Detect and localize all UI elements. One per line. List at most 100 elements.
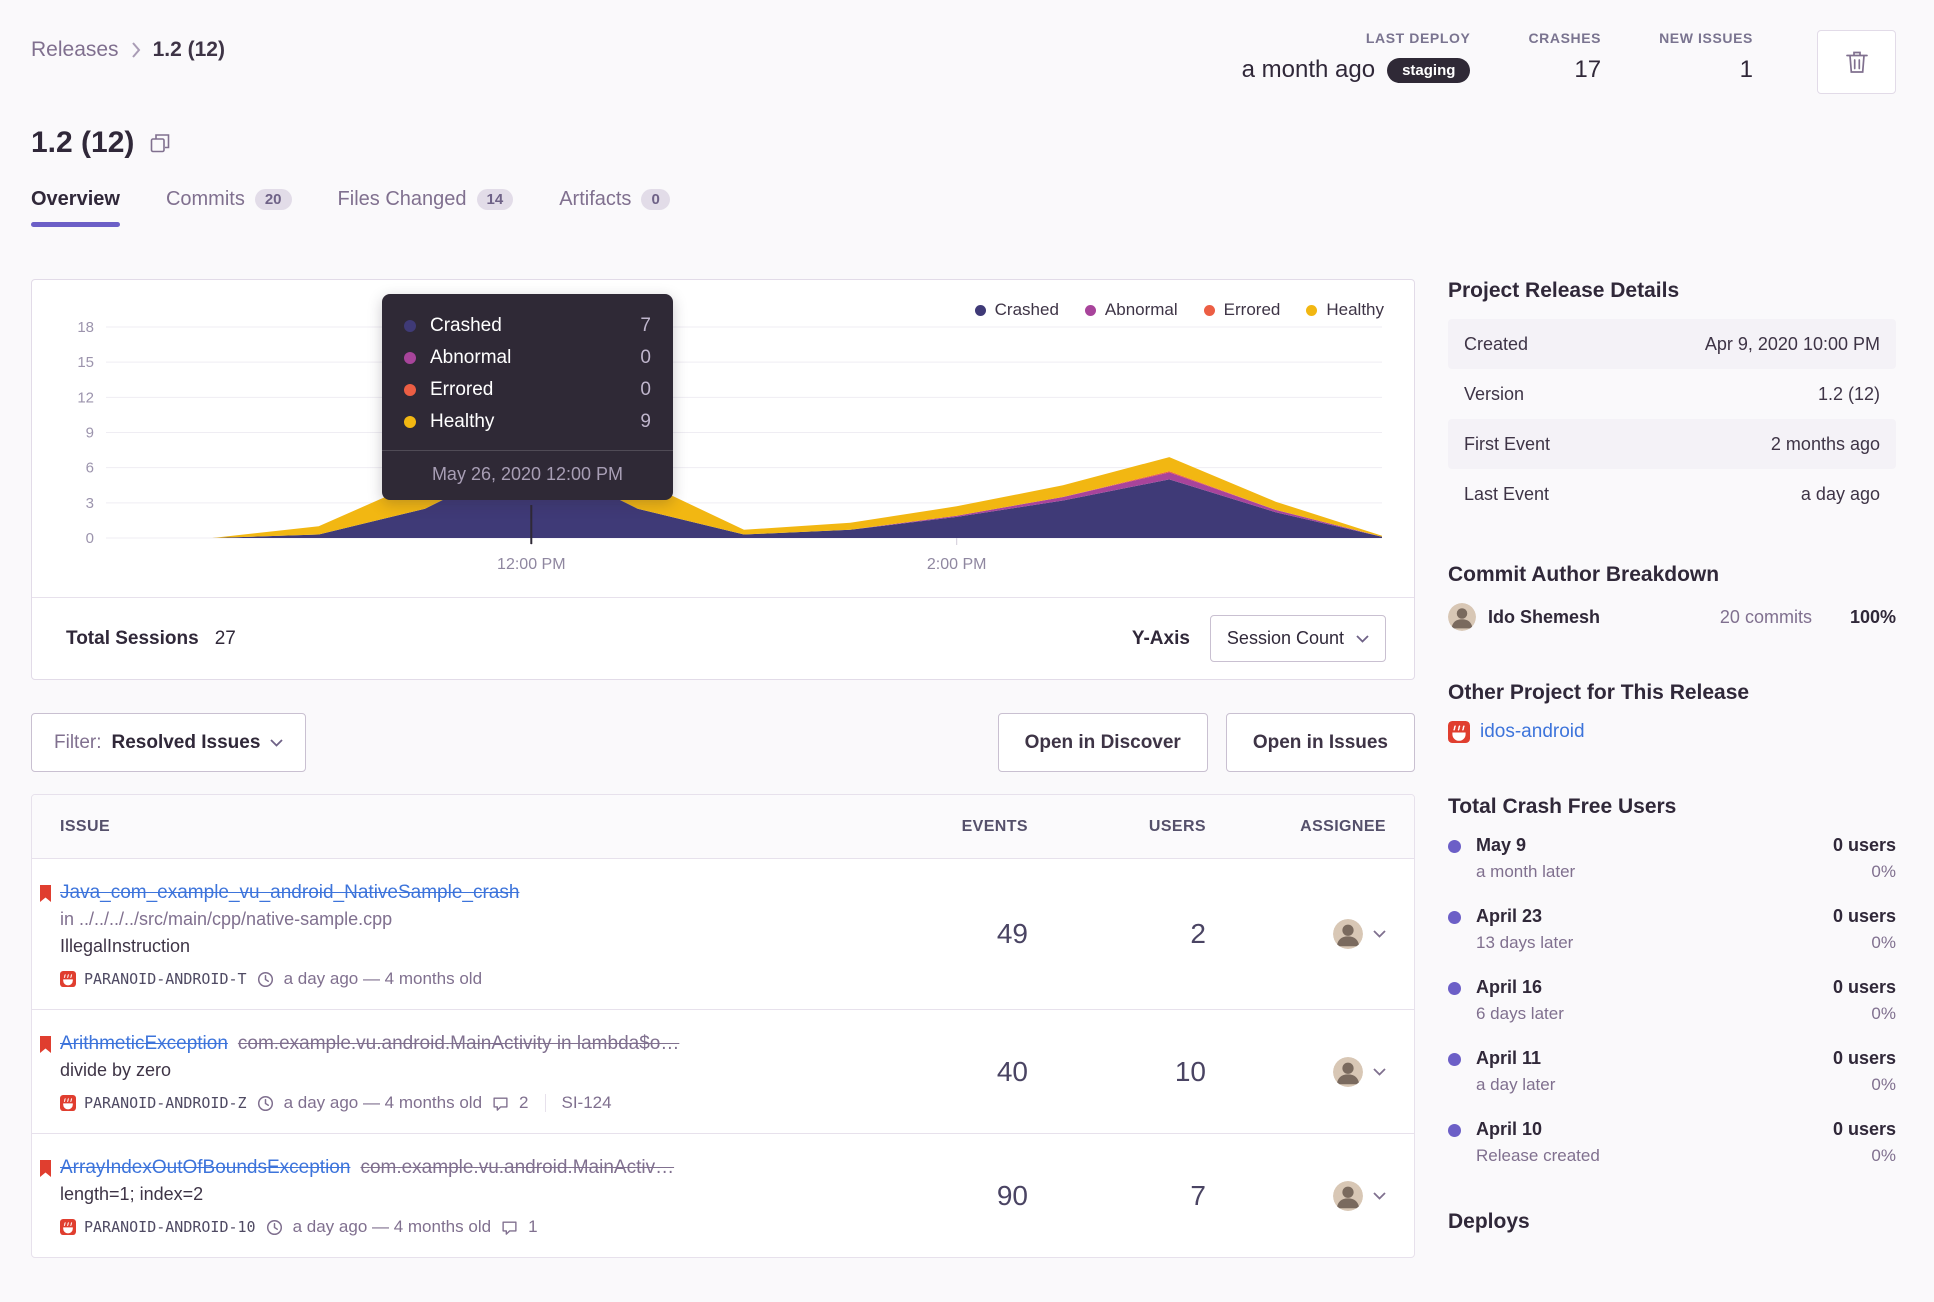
unresolved-marker-icon xyxy=(40,885,51,902)
copy-icon xyxy=(151,134,170,153)
detail-row: Version 1.2 (12) xyxy=(1448,369,1896,419)
crash-free-timeline: May 9 a month later 0 users 0% April 23 13 … xyxy=(1448,835,1896,1166)
issue-title-link[interactable]: Java_com_example_vu_android_NativeSample… xyxy=(60,882,519,903)
tab-commits[interactable]: Commits 20 xyxy=(166,188,292,227)
comments-count: 2 xyxy=(519,1093,529,1112)
issue-title-link[interactable]: ArithmeticException xyxy=(60,1033,228,1054)
timeline-percent: 0% xyxy=(1871,1075,1896,1094)
healthy-dot-icon xyxy=(1306,304,1318,316)
total-sessions-value: 27 xyxy=(214,627,236,649)
tab-overview[interactable]: Overview xyxy=(31,188,120,227)
timeline-sub: 6 days later xyxy=(1476,1004,1564,1023)
header-stats: LAST DEPLOY a month ago staging CRASHES … xyxy=(1242,30,1896,94)
timeline-dot-icon xyxy=(1448,840,1461,853)
timeline-date: May 9 xyxy=(1476,835,1527,855)
tooltip-row-errored: Errored 0 xyxy=(382,374,673,406)
issues-toolbar: Filter: Resolved Issues Open in Discover… xyxy=(31,713,1415,772)
legend-errored-label: Errored xyxy=(1223,300,1281,319)
author-percent: 100% xyxy=(1849,606,1896,627)
breadcrumb: Releases 1.2 (12) xyxy=(31,30,225,62)
tooltip-abnormal-label: Abnormal xyxy=(430,347,512,368)
assignee-dropdown[interactable] xyxy=(1206,919,1386,949)
timeline-users: 0 users xyxy=(1832,1119,1896,1139)
other-projects-heading: Other Project for This Release xyxy=(1448,681,1750,704)
project-slug: PARANOID-ANDROID-Z xyxy=(84,1094,247,1112)
release-tabs: Overview Commits 20 Files Changed 14 Art… xyxy=(31,188,1896,227)
trash-icon xyxy=(1845,51,1868,73)
issues-table: ISSUE EVENTS USERS ASSIGNEE Java_com_exa… xyxy=(31,794,1415,1258)
detail-value: Apr 9, 2020 10:00 PM xyxy=(1704,333,1880,354)
last-deploy-label: LAST DEPLOY xyxy=(1365,30,1471,46)
breadcrumb-releases-link[interactable]: Releases xyxy=(31,38,119,62)
project-badge[interactable]: PARANOID-ANDROID-T xyxy=(60,970,247,988)
timeline-percent: 0% xyxy=(1871,933,1896,952)
open-in-discover-button[interactable]: Open in Discover xyxy=(997,713,1208,772)
timeline-dot-icon xyxy=(1448,1053,1461,1066)
assignee-dropdown[interactable] xyxy=(1206,1180,1386,1211)
comments-icon xyxy=(502,1220,517,1235)
chevron-down-icon xyxy=(270,738,284,747)
chart-footer: Total Sessions 27 Y-Axis Session Count xyxy=(32,597,1414,679)
tab-files-changed[interactable]: Files Changed 14 xyxy=(338,188,514,227)
list-item: April 10 Release created 0 users 0% xyxy=(1448,1119,1896,1166)
unresolved-marker-icon xyxy=(40,1036,51,1053)
new-issues-value: 1 xyxy=(1739,56,1753,83)
tooltip-abnormal-value: 0 xyxy=(640,347,651,368)
project-avatar-icon xyxy=(60,1219,76,1235)
copy-version-button[interactable] xyxy=(148,131,172,155)
y-axis-select[interactable]: Session Count xyxy=(1209,615,1386,662)
issue-users-count: 10 xyxy=(1174,1055,1206,1087)
commit-authors-heading: Commit Author Breakdown xyxy=(1448,563,1720,586)
crashed-dot-icon xyxy=(974,304,986,316)
tab-artifacts[interactable]: Artifacts 0 xyxy=(559,188,670,227)
crashed-dot-icon xyxy=(404,320,416,332)
crashes-value: 17 xyxy=(1574,56,1602,83)
clock-icon xyxy=(257,971,273,987)
issues-filter-dropdown[interactable]: Filter: Resolved Issues xyxy=(31,713,307,772)
sessions-area-chart[interactable]: 0 3 6 9 12 15 18 12:00 PM 2:00 PM xyxy=(32,280,1416,597)
assignee-avatar xyxy=(1333,1180,1363,1211)
table-row: ArrayIndexOutOfBoundsException com.exampl… xyxy=(32,1134,1414,1257)
detail-label: Created xyxy=(1464,333,1529,354)
tooltip-row-crashed: Crashed 7 xyxy=(382,310,673,342)
detail-label: First Event xyxy=(1464,433,1551,454)
delete-release-button[interactable] xyxy=(1817,30,1896,94)
issue-annotation-link[interactable]: SI-124 xyxy=(562,1093,612,1113)
unresolved-marker-icon xyxy=(40,1160,51,1177)
project-badge[interactable]: PARANOID-ANDROID-Z xyxy=(60,1094,247,1112)
chevron-right-icon xyxy=(131,42,140,58)
project-badge[interactable]: PARANOID-ANDROID-10 xyxy=(60,1218,256,1236)
issue-title-link[interactable]: ArrayIndexOutOfBoundsException xyxy=(60,1157,350,1178)
y-axis-selected-value: Session Count xyxy=(1226,628,1344,648)
svg-text:6: 6 xyxy=(86,460,94,477)
other-project-link[interactable]: idos-android xyxy=(1480,721,1585,743)
open-in-issues-button[interactable]: Open in Issues xyxy=(1225,713,1415,772)
tooltip-errored-value: 0 xyxy=(640,379,651,400)
page-title: 1.2 (12) xyxy=(31,126,1896,160)
filter-prefix-label: Filter: xyxy=(54,731,102,753)
timeline-percent: 0% xyxy=(1871,1146,1896,1165)
crashes-label: CRASHES xyxy=(1528,30,1602,46)
author-name: Ido Shemesh xyxy=(1488,606,1601,627)
legend-item-abnormal[interactable]: Abnormal xyxy=(1084,300,1178,320)
detail-row: Last Event a day ago xyxy=(1448,469,1896,519)
timeline-date: April 10 xyxy=(1476,1119,1543,1139)
list-item: April 11 a day later 0 users 0% xyxy=(1448,1048,1896,1095)
legend-item-healthy[interactable]: Healthy xyxy=(1306,300,1384,320)
legend-item-errored[interactable]: Errored xyxy=(1203,300,1281,320)
timeline-users: 0 users xyxy=(1832,1048,1896,1068)
table-row: Java_com_example_vu_android_NativeSample… xyxy=(32,859,1414,1010)
crashes-stat: CRASHES 17 xyxy=(1528,30,1601,84)
deploys-heading: Deploys xyxy=(1448,1210,1530,1233)
timeline-sub: 13 days later xyxy=(1476,933,1574,952)
author-commit-count: 20 commits xyxy=(1719,606,1812,627)
assignee-dropdown[interactable] xyxy=(1206,1056,1386,1087)
tooltip-healthy-value: 9 xyxy=(640,411,651,432)
svg-text:3: 3 xyxy=(86,495,94,512)
issue-location: in ../../../../src/main/cpp/native-sampl… xyxy=(60,909,393,929)
project-avatar-icon xyxy=(60,971,76,987)
tooltip-row-healthy: Healthy 9 xyxy=(382,406,673,438)
svg-text:9: 9 xyxy=(86,425,94,442)
table-row: ArithmeticException com.example.vu.androi… xyxy=(32,1010,1414,1134)
legend-item-crashed[interactable]: Crashed xyxy=(974,300,1059,320)
